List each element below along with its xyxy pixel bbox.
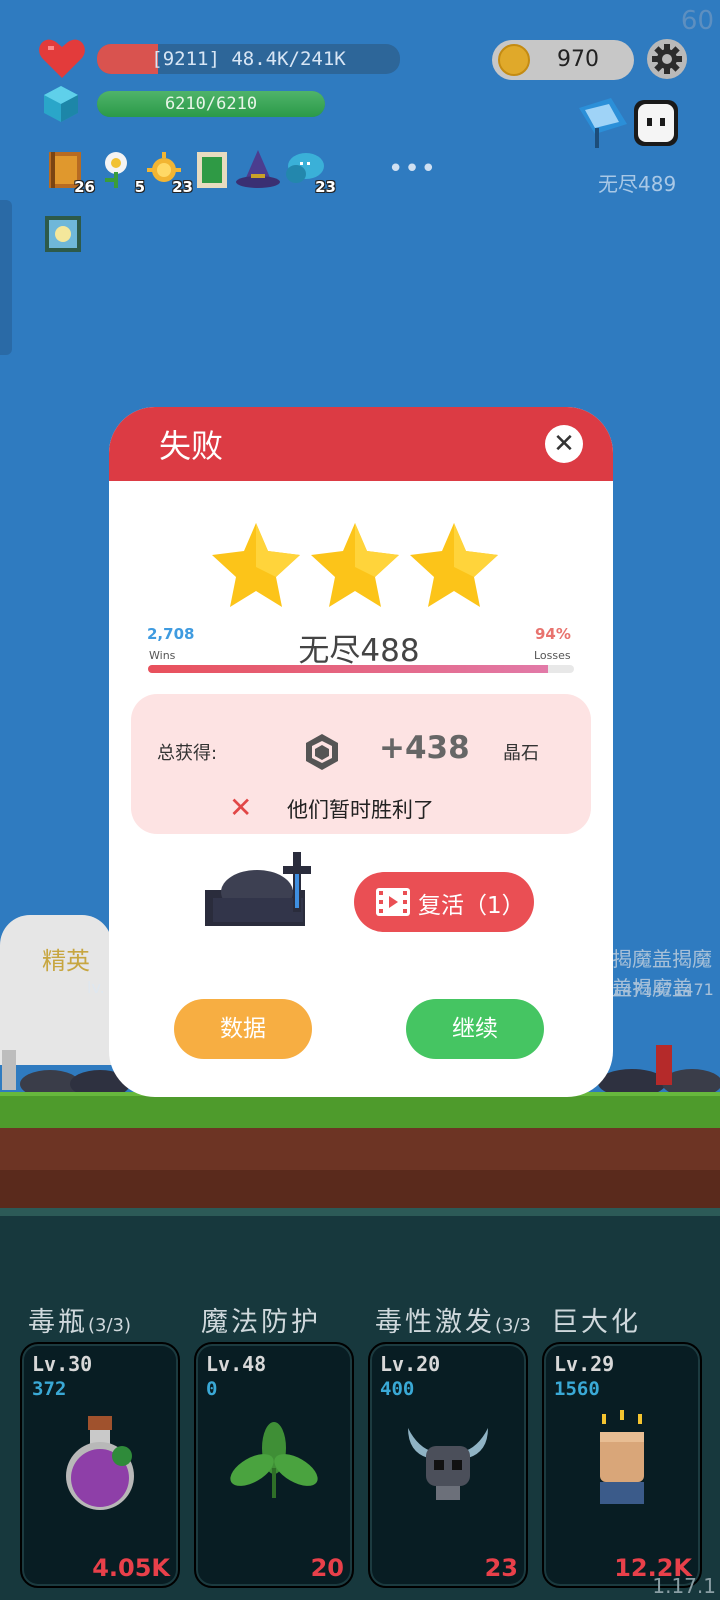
x-icon: ✕ <box>229 791 253 824</box>
losses-label: Losses <box>534 649 571 662</box>
health-bar: [9211] 48.4K/241K <box>97 44 400 74</box>
skill-card-poison-bottle[interactable]: Lv.30 372 4.05K <box>20 1342 180 1588</box>
enemy-numbers-text: 1471471471 <box>612 980 714 999</box>
glowing-tile-icon <box>45 216 81 252</box>
gear-icon[interactable] <box>646 38 688 80</box>
gem-unit: 晶石 <box>503 743 539 764</box>
skill-level: Lv.30 <box>32 1352 93 1376</box>
skill-value: 1560 <box>554 1378 600 1400</box>
enemy-level-label: lv. <box>87 978 105 997</box>
total-earned-label: 总获得: <box>157 743 218 764</box>
continue-button[interactable]: 继续 <box>406 999 544 1059</box>
crystal-icon <box>44 86 78 122</box>
skill-level: Lv.20 <box>380 1352 441 1376</box>
ghost-avatar-icon[interactable] <box>630 98 682 150</box>
skill-level: Lv.29 <box>554 1352 615 1376</box>
fist-icon <box>600 1410 644 1504</box>
coin-value: 970 <box>557 47 599 72</box>
buff-flower[interactable]: 5 <box>97 150 145 196</box>
video-ad-icon <box>376 888 410 916</box>
mana-bar: 6210/6210 <box>97 91 325 117</box>
skill-value: 400 <box>380 1378 415 1400</box>
buff-book[interactable]: 26 <box>47 150 95 196</box>
horned-skull-icon <box>408 1428 488 1500</box>
gem-icon <box>306 734 338 770</box>
version-label: 1.17.1 <box>652 1574 716 1598</box>
win-loss-ratio-fill <box>148 665 549 673</box>
more-buffs-button[interactable]: ••• <box>388 154 436 184</box>
star-icon <box>410 523 498 607</box>
buff-card[interactable] <box>193 150 231 190</box>
defeat-message: 他们暂时胜利了 <box>287 798 434 822</box>
heart-icon <box>39 39 85 78</box>
wins-count: 2,708 <box>147 625 195 643</box>
coin-icon <box>498 44 530 76</box>
leaf-icon <box>230 1422 318 1498</box>
grass <box>0 1096 720 1128</box>
mana-bar-text: 6210/6210 <box>164 94 258 114</box>
defeat-dialog: 失败 ✕ 2,708 Wins 无尽488 94% Losses 总获得: +4… <box>109 407 613 1097</box>
skill-name-3: 毒性激发(3/3 <box>375 1307 531 1338</box>
skill-cost: 4.05K <box>92 1554 170 1582</box>
close-button[interactable]: ✕ <box>545 425 583 463</box>
elite-enemy-label: 精英 <box>42 947 90 975</box>
skill-card-toxic-burst[interactable]: Lv.20 400 23 <box>368 1342 528 1588</box>
flag-icon <box>579 98 627 148</box>
skill-name-2: 魔法防护 <box>201 1307 321 1338</box>
revive-label: 复活（1） <box>418 893 525 919</box>
wins-label: Wins <box>149 649 176 662</box>
current-stage-label: 无尽489 <box>598 172 677 196</box>
water-strip <box>0 1208 720 1216</box>
gem-amount: +438 <box>379 730 470 766</box>
skill-name-4: 巨大化 <box>551 1307 641 1338</box>
buff-speech[interactable]: 23 <box>284 150 336 196</box>
star-icon <box>212 523 300 607</box>
skill-level: Lv.48 <box>206 1352 267 1376</box>
health-bar-text: [9211] 48.4K/241K <box>151 48 346 70</box>
buff-glowing-tile[interactable] <box>45 216 83 256</box>
win-loss-ratio-bar <box>148 665 574 673</box>
data-button[interactable]: 数据 <box>174 999 312 1059</box>
skill-name-1: 毒瓶(3/3) <box>28 1307 132 1338</box>
buff-flower-count: 5 <box>134 178 145 196</box>
skill-card-giant[interactable]: Lv.29 1560 12.2K <box>542 1342 702 1588</box>
skill-cost: 20 <box>310 1554 344 1582</box>
tombstone-icon <box>205 852 311 926</box>
stage-name: 无尽488 <box>298 633 420 669</box>
skill-value: 372 <box>32 1378 67 1400</box>
skill-value: 0 <box>206 1378 218 1400</box>
skill-cost: 23 <box>484 1554 518 1582</box>
skill-card-magic-protection[interactable]: Lv.48 0 20 <box>194 1342 354 1588</box>
star-icon <box>311 523 399 607</box>
losses-percent: 94% <box>535 625 571 643</box>
dirt-layer-dark <box>0 1170 720 1210</box>
dialog-title: 失败 <box>159 427 224 465</box>
fps-counter: 60 <box>680 6 714 36</box>
buff-speech-count: 23 <box>315 178 336 196</box>
buff-wizard-hat[interactable] <box>235 150 281 190</box>
poison-bottle-icon <box>66 1416 134 1510</box>
close-icon: ✕ <box>553 429 575 459</box>
buff-sun[interactable]: 23 <box>145 150 193 196</box>
flower-icon <box>105 152 127 188</box>
side-drawer-handle[interactable] <box>0 200 12 355</box>
wizard-hat-icon <box>236 150 280 188</box>
revive-button[interactable]: 复活（1） <box>354 872 534 932</box>
card-icon <box>197 152 227 188</box>
buff-sun-count: 23 <box>172 178 193 196</box>
buff-book-count: 26 <box>74 178 95 196</box>
